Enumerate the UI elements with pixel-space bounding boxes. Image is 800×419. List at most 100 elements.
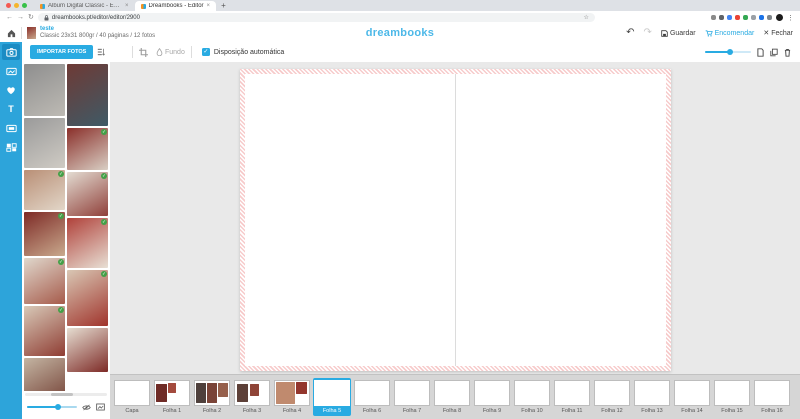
zoom-slider-thumb[interactable] (727, 49, 733, 55)
filmstrip-label: Folha 4 (274, 408, 310, 414)
thumb-size-thumb[interactable] (55, 404, 61, 410)
tab-favicon (40, 4, 45, 9)
redo-icon: ↷ (644, 28, 652, 38)
close-editor-button[interactable]: ✕ Fechar (763, 29, 793, 37)
filmstrip-page-folha-14[interactable]: Folha 14 (673, 378, 711, 416)
extension-icon[interactable] (759, 15, 764, 20)
filmstrip-page-folha-12[interactable]: Folha 12 (593, 378, 631, 416)
filmstrip-page-folha-4[interactable]: Folha 4 (273, 378, 311, 416)
import-photos-button[interactable]: IMPORTAR FOTOS (30, 45, 93, 59)
browser-tab-editor[interactable]: Dreambooks - Editor × (135, 1, 217, 11)
filmstrip-page-folha-7[interactable]: Folha 7 (393, 378, 431, 416)
filmstrip-page-folha-5[interactable]: Folha 5 (313, 378, 351, 416)
photo-thumb[interactable]: ✓ (67, 128, 108, 170)
filmstrip-page-folha-9[interactable]: Folha 9 (473, 378, 511, 416)
photo-thumb[interactable] (24, 118, 65, 168)
auto-layout-toggle[interactable]: ✓ Disposição automática (202, 48, 284, 56)
tool-layouts[interactable] (2, 139, 20, 155)
extension-icon[interactable] (719, 15, 724, 20)
photo-thumb[interactable]: ✓ (24, 170, 65, 210)
tool-text[interactable]: T (2, 101, 20, 117)
browser-menu-icon[interactable]: ⋮ (787, 14, 794, 22)
close-icon: ✕ (763, 29, 769, 37)
extension-icon[interactable] (751, 15, 756, 20)
filmstrip-page-folha-8[interactable]: Folha 8 (433, 378, 471, 416)
filmstrip-page-folha-10[interactable]: Folha 10 (513, 378, 551, 416)
filmstrip-photo-block (207, 383, 217, 403)
save-button[interactable]: Guardar (661, 30, 696, 37)
undo-icon[interactable]: ↶ (626, 28, 634, 38)
extension-icon[interactable] (711, 15, 716, 20)
extension-icon[interactable] (727, 15, 732, 20)
filmstrip-page-folha-3[interactable]: Folha 3 (233, 378, 271, 416)
filmstrip-label: Folha 2 (194, 408, 230, 414)
tab-close-icon[interactable]: × (125, 3, 129, 9)
extension-icon[interactable] (735, 15, 740, 20)
tool-cliparts[interactable] (2, 82, 20, 98)
window-controls[interactable] (4, 0, 34, 11)
hide-used-photos-icon[interactable] (82, 404, 91, 411)
photo-thumb[interactable]: ✓ (67, 218, 108, 268)
filmstrip-page-folha-2[interactable]: Folha 2 (193, 378, 231, 416)
photo-thumb[interactable] (24, 358, 65, 391)
tool-frames[interactable] (2, 63, 20, 79)
book-spread[interactable] (245, 74, 666, 366)
filmstrip-thumb (234, 380, 270, 406)
filmstrip-thumb (314, 380, 350, 406)
filmstrip-label: Folha 12 (594, 408, 630, 414)
project-name-link[interactable]: teste (40, 26, 155, 34)
new-tab-button[interactable]: + (216, 1, 231, 11)
window-zoom-button[interactable] (22, 3, 27, 8)
duplicate-page-icon[interactable] (770, 48, 778, 57)
photo-thumb[interactable] (67, 64, 108, 126)
filmstrip-label: Folha 16 (754, 408, 790, 414)
photo-thumb[interactable]: ✓ (67, 270, 108, 326)
tab-close-icon[interactable]: × (207, 3, 211, 9)
divider (132, 46, 133, 58)
forward-icon[interactable]: → (17, 14, 24, 21)
bookmark-star-icon[interactable]: ☆ (583, 14, 588, 21)
tool-backgrounds[interactable] (2, 120, 20, 136)
photo-thumb[interactable]: ✓ (67, 172, 108, 216)
filmstrip-label: Folha 1 (154, 408, 190, 414)
filmstrip-page-folha-16[interactable]: Folha 16 (753, 378, 791, 416)
divider (21, 27, 22, 39)
filmstrip-page-folha-11[interactable]: Folha 11 (553, 378, 591, 416)
save-icon (661, 30, 668, 37)
window-close-button[interactable] (6, 3, 11, 8)
order-button[interactable]: Encomendar (705, 30, 755, 37)
filmstrip-label: Folha 15 (714, 408, 750, 414)
photo-thumb[interactable] (24, 64, 65, 116)
photos-scrollbar-thumb[interactable] (51, 393, 72, 396)
delete-page-icon[interactable] (784, 48, 791, 57)
sort-photos-icon[interactable] (97, 48, 105, 56)
filmstrip-page-folha-6[interactable]: Folha 6 (353, 378, 391, 416)
filmstrip-page-folha-15[interactable]: Folha 15 (713, 378, 751, 416)
photo-thumb[interactable]: ✓ (24, 258, 65, 304)
filmstrip-page-capa[interactable]: Capa (113, 378, 151, 416)
show-frames-icon[interactable] (96, 403, 105, 411)
thumb-size-slider[interactable] (27, 406, 77, 408)
extension-icon[interactable] (767, 15, 772, 20)
window-minimize-button[interactable] (14, 3, 19, 8)
zoom-slider[interactable] (705, 51, 751, 53)
filmstrip-page-folha-1[interactable]: Folha 1 (153, 378, 191, 416)
browser-tab-album[interactable]: Álbum Digital Classic - Entreg × (34, 1, 135, 11)
photo-thumb[interactable] (67, 328, 108, 372)
back-icon[interactable]: ← (6, 14, 13, 21)
photo-thumb[interactable]: ✓ (24, 212, 65, 256)
filmstrip-page-folha-13[interactable]: Folha 13 (633, 378, 671, 416)
reload-icon[interactable]: ↻ (28, 14, 34, 21)
background-fill-button[interactable]: Fundo (156, 48, 185, 56)
url-field[interactable]: dreambooks.pt/editor/editor/2900 ☆ (38, 13, 595, 22)
extension-icon[interactable] (743, 15, 748, 20)
add-page-icon[interactable] (757, 48, 764, 57)
project-info: teste Classic 23x31 800gr / 40 páginas /… (40, 26, 155, 41)
home-icon[interactable] (7, 29, 16, 38)
tool-photos[interactable] (2, 44, 20, 60)
checkbox-checked-icon[interactable]: ✓ (202, 48, 210, 56)
crop-icon[interactable] (139, 48, 148, 57)
photo-thumb[interactable]: ✓ (24, 306, 65, 356)
profile-avatar[interactable] (776, 14, 783, 21)
photos-scrollbar[interactable] (25, 393, 107, 396)
